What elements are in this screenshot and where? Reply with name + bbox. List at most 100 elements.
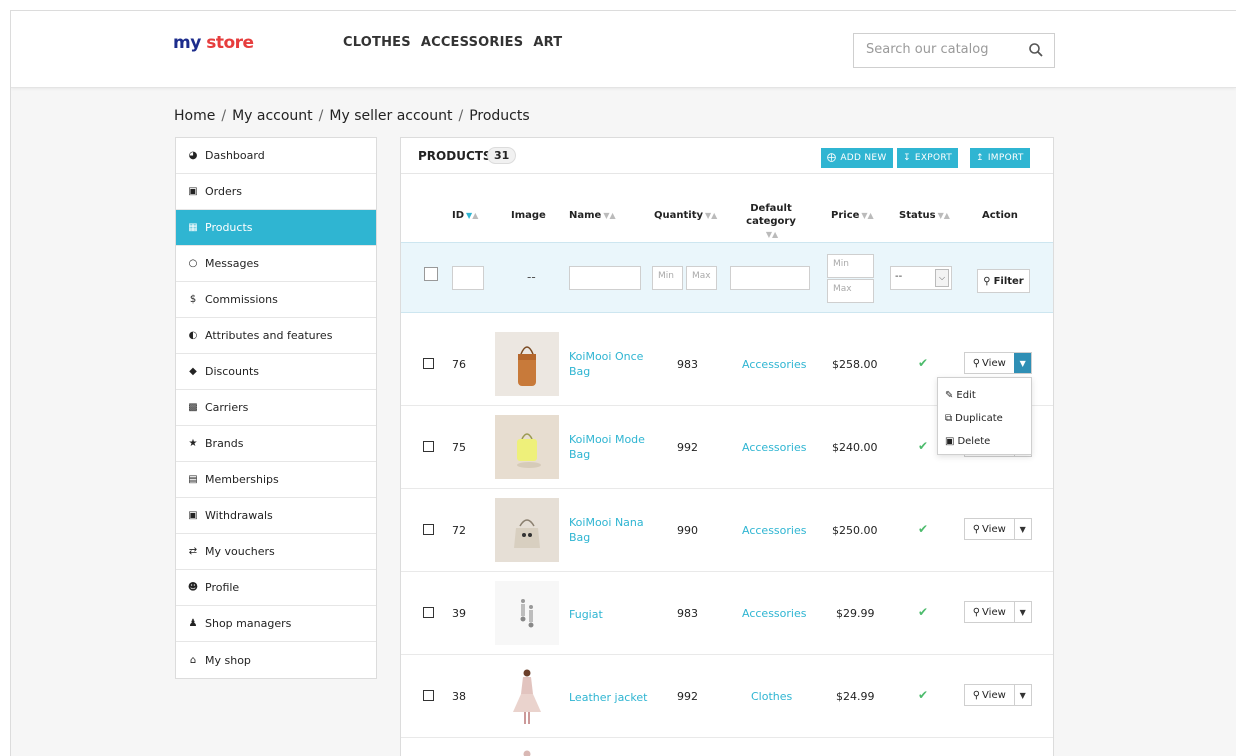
breadcrumb-my-account[interactable]: My account [232,108,313,124]
column-header-action: Action [982,210,1018,221]
column-header-quantity[interactable]: Quantity ▼▲ [654,210,717,221]
product-thumbnail[interactable] [495,498,559,562]
sort-arrows-icon[interactable]: ▼▲ [705,211,717,220]
filter-name-input[interactable] [569,266,641,290]
add-new-button[interactable]: ⨁ ADD NEW [821,148,893,168]
row-checkbox[interactable] [423,607,434,618]
product-thumbnail[interactable] [495,581,559,645]
sidebar-item-label: Profile [205,581,240,594]
product-thumbnail[interactable] [495,664,559,728]
sort-arrows-icon[interactable]: ▼▲ [466,211,478,220]
search-box[interactable]: Search our catalog [853,33,1055,68]
filter-quantity-min[interactable]: Min [652,266,683,290]
column-header-status[interactable]: Status ▼▲ [899,210,950,221]
column-header-category[interactable]: Default category ▼▲ [729,202,813,241]
filter-price-max[interactable]: Max [827,279,874,303]
status-active-check-icon[interactable]: ✔ [918,522,928,536]
product-category-link[interactable]: Accessories [742,607,806,620]
view-button[interactable]: ⚲View [965,685,1014,705]
status-active-check-icon[interactable]: ✔ [918,439,928,453]
search-input[interactable]: Search our catalog [866,42,988,57]
product-category-link[interactable]: Accessories [742,441,806,454]
search-icon[interactable] [1028,42,1044,58]
column-header-name[interactable]: Name ▼▲ [569,210,616,221]
product-name-link[interactable]: KoiMooi Mode Bag [569,432,649,462]
product-thumbnail[interactable] [495,746,559,756]
filter-quantity-max[interactable]: Max [686,266,717,290]
product-name-link[interactable]: Fugiat [569,607,649,622]
sidebar-item-carriers[interactable]: ▩ Carriers [176,390,376,426]
sidebar-item-shop-managers[interactable]: ♟ Shop managers [176,606,376,642]
product-thumbnail[interactable] [495,332,559,396]
sort-arrows-icon[interactable]: ▼▲ [603,211,615,220]
product-thumbnail[interactable] [495,415,559,479]
sidebar-item-label: Commissions [205,293,278,306]
product-category-link[interactable]: Accessories [742,524,806,537]
view-button[interactable]: ⚲View [965,519,1014,539]
product-name-link[interactable]: KoiMooi Nana Bag [569,515,649,545]
column-header-price[interactable]: Price ▼▲ [831,210,874,221]
chevron-down-icon[interactable]: ⌵ [935,269,949,287]
table-row: 39 Fugiat 983 Accessories $29.99 ✔ ⚲ View… [401,572,1053,655]
sort-arrows-icon[interactable]: ▼▲ [766,230,778,239]
sidebar-item-memberships[interactable]: ▤ Memberships [176,462,376,498]
sidebar-item-commissions[interactable]: $ Commissions [176,282,376,318]
sidebar-item-attributes[interactable]: ◐ Attributes and features [176,318,376,354]
row-checkbox[interactable] [423,358,434,369]
sort-arrows-icon[interactable]: ▼▲ [938,211,950,220]
caret-down-icon[interactable]: ▼ [1013,353,1031,373]
duplicate-menu-item[interactable]: ⧉ Duplicate [938,407,1031,430]
filter-id-input[interactable] [452,266,484,290]
select-all-checkbox[interactable] [424,267,438,281]
status-active-check-icon[interactable]: ✔ [918,605,928,619]
logo-text-store: store [206,33,254,53]
sidebar-item-brands[interactable]: ★ Brands [176,426,376,462]
store-logo[interactable]: my store [173,33,254,53]
export-button[interactable]: ↧ EXPORT [897,148,959,168]
edit-menu-item[interactable]: ✎ Edit [938,384,1031,407]
filter-status-select[interactable]: -- ⌵ [890,266,952,290]
nav-accessories[interactable]: ACCESSORIES [421,35,524,50]
sidebar-item-withdrawals[interactable]: ▣ Withdrawals [176,498,376,534]
column-price-label: Price [831,210,860,221]
sidebar-item-messages[interactable]: ○ Messages [176,246,376,282]
sidebar-item-my-shop[interactable]: ⌂ My shop [176,642,376,678]
product-price: $29.99 [836,607,875,620]
breadcrumb-home[interactable]: Home [174,108,215,124]
sidebar-item-orders[interactable]: ▣ Orders [176,174,376,210]
filter-button[interactable]: ⚲ Filter [977,269,1030,293]
filter-price-min[interactable]: Min [827,254,874,278]
delete-menu-item[interactable]: ▣ Delete [938,430,1031,453]
sidebar-item-products[interactable]: ▦ Products [176,210,376,246]
breadcrumb-seller-account[interactable]: My seller account [329,108,452,124]
row-checkbox[interactable] [423,441,434,452]
sidebar-item-discounts[interactable]: ◆ Discounts [176,354,376,390]
caret-down-icon[interactable]: ▼ [1013,602,1032,622]
caret-down-icon[interactable]: ▼ [1013,685,1032,705]
sidebar-item-profile[interactable]: ☻ Profile [176,570,376,606]
view-button[interactable]: ⚲View [965,353,1014,373]
filter-category-input[interactable] [730,266,810,290]
row-checkbox[interactable] [423,690,434,701]
nav-art[interactable]: ART [533,35,562,50]
view-button[interactable]: ⚲View [965,602,1014,622]
status-active-check-icon[interactable]: ✔ [918,356,928,370]
sort-arrows-icon[interactable]: ▼▲ [861,211,873,220]
product-name-link[interactable]: Leather jacket [569,690,649,705]
sidebar-item-dashboard[interactable]: ◕ Dashboard [176,138,376,174]
row-checkbox[interactable] [423,524,434,535]
breadcrumb-separator: / [318,108,324,124]
status-active-check-icon[interactable]: ✔ [918,688,928,702]
product-name-link[interactable]: KoiMooi Once Bag [569,349,649,379]
contrast-icon: ◐ [188,330,198,341]
column-header-id[interactable]: ID ▼▲ [452,210,478,221]
product-category-link[interactable]: Accessories [742,358,806,371]
product-category-link[interactable]: Clothes [751,690,792,703]
sidebar-item-label: Carriers [205,401,249,414]
nav-clothes[interactable]: CLOTHES [343,35,411,50]
column-quantity-label: Quantity [654,210,703,221]
card-icon: ▤ [188,474,198,485]
sidebar-item-vouchers[interactable]: ⇄ My vouchers [176,534,376,570]
import-button[interactable]: ↥ IMPORT [970,148,1030,168]
caret-down-icon[interactable]: ▼ [1013,519,1032,539]
